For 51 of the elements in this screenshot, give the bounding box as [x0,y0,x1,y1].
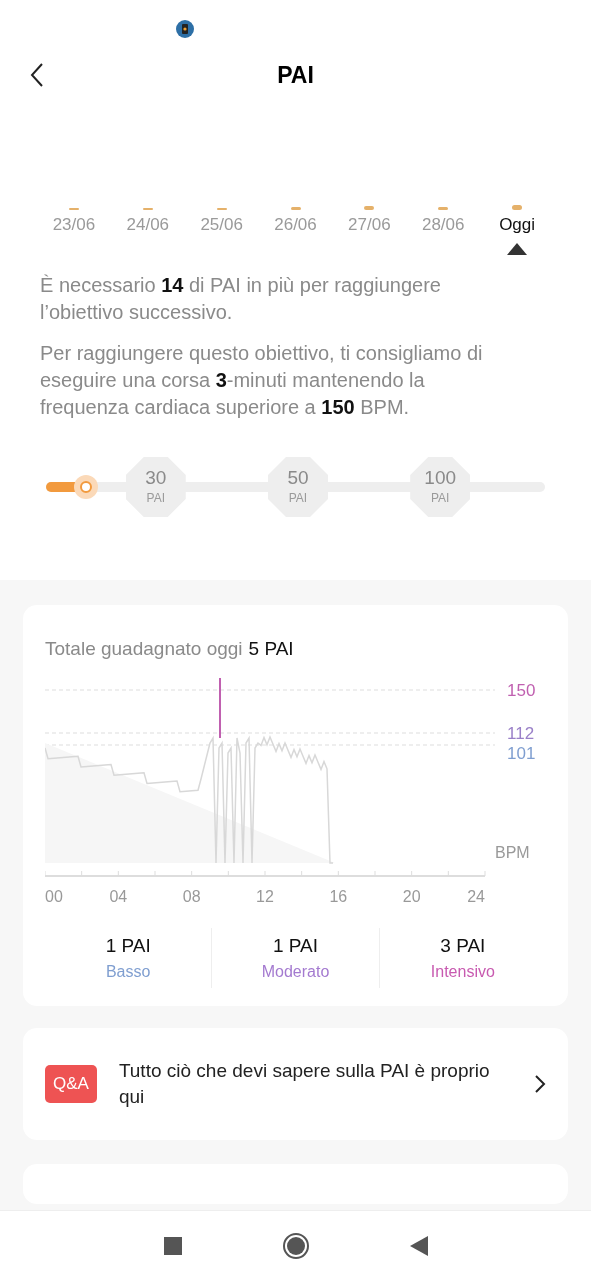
qa-text: Tutto ciò che devi sapere sulla PAI è proprio qui [118,1059,491,1109]
x-tick-label: 08 [182,887,201,905]
day-tab[interactable]: 23/06 [52,212,96,238]
milestone-value: 50 [287,467,309,489]
day-tab[interactable]: Oggi [499,212,536,238]
zone-name: Intensivo [429,962,496,982]
back-nav-button[interactable] [409,1235,428,1256]
reference-label: 150 [507,680,536,700]
x-tick-label: 20 [402,887,421,905]
total-label: Totale guadagnato oggi [45,638,243,659]
x-tick-label: 24 [467,887,485,905]
milestone-value: 100 [424,467,457,489]
home-button[interactable] [281,1231,310,1260]
reference-label: 101 [507,743,536,763]
zone-value: 1 PAI [271,933,319,958]
zone-name: Moderato [260,962,331,982]
info-text: Per raggiungere questo obiettivo, ti consigliamo di eseguire una corsa 3-minuti mantenendo la frequenza cardiaca superiore a 150 BPM. [40,341,484,420]
pai-bar [512,205,523,210]
peak-marker [219,677,221,739]
x-tick-label: 16 [329,887,348,905]
day-tab[interactable]: 28/06 [421,212,465,238]
recents-button[interactable] [163,1236,182,1255]
watch-icon [176,19,194,38]
info-text: È necessario 14 di PAI in più per raggiungere l’obiettivo successivo. [40,273,442,325]
pai-bar [364,206,375,210]
milestone-value: 30 [145,467,167,489]
qa-badge: Q&A [45,1065,97,1103]
chevron-right-icon [534,1074,546,1094]
x-tick-label: 00 [45,887,63,905]
zone-name: Basso [104,962,152,982]
x-tick-label: 04 [109,887,128,905]
reference-label: 112 [507,723,535,743]
day-tab[interactable]: 25/06 [200,212,243,238]
selected-indicator-icon [507,242,528,255]
zone-value: 3 PAI [439,933,487,958]
day-tab[interactable]: 24/06 [126,212,170,238]
day-tab[interactable]: 26/06 [274,212,317,238]
total-value: 5 PAI [248,638,294,659]
qa-card[interactable]: Q&A Tutto ciò che devi sapere sulla PAI è proprio qui [23,1028,568,1140]
day-tab[interactable]: 27/06 [348,212,391,238]
pai-bar [438,207,449,210]
zone-value: 1 PAI [104,933,152,958]
milestone-unit: PAI [146,490,165,507]
back-button[interactable] [30,62,44,88]
milestone-unit: PAI [430,490,450,507]
x-tick-label: 12 [256,887,274,905]
milestone-unit: PAI [288,490,308,507]
progress-thumb [73,475,98,499]
unit-label: BPM [495,843,530,861]
pai-bar [290,207,301,210]
page-title: PAI [277,60,314,90]
